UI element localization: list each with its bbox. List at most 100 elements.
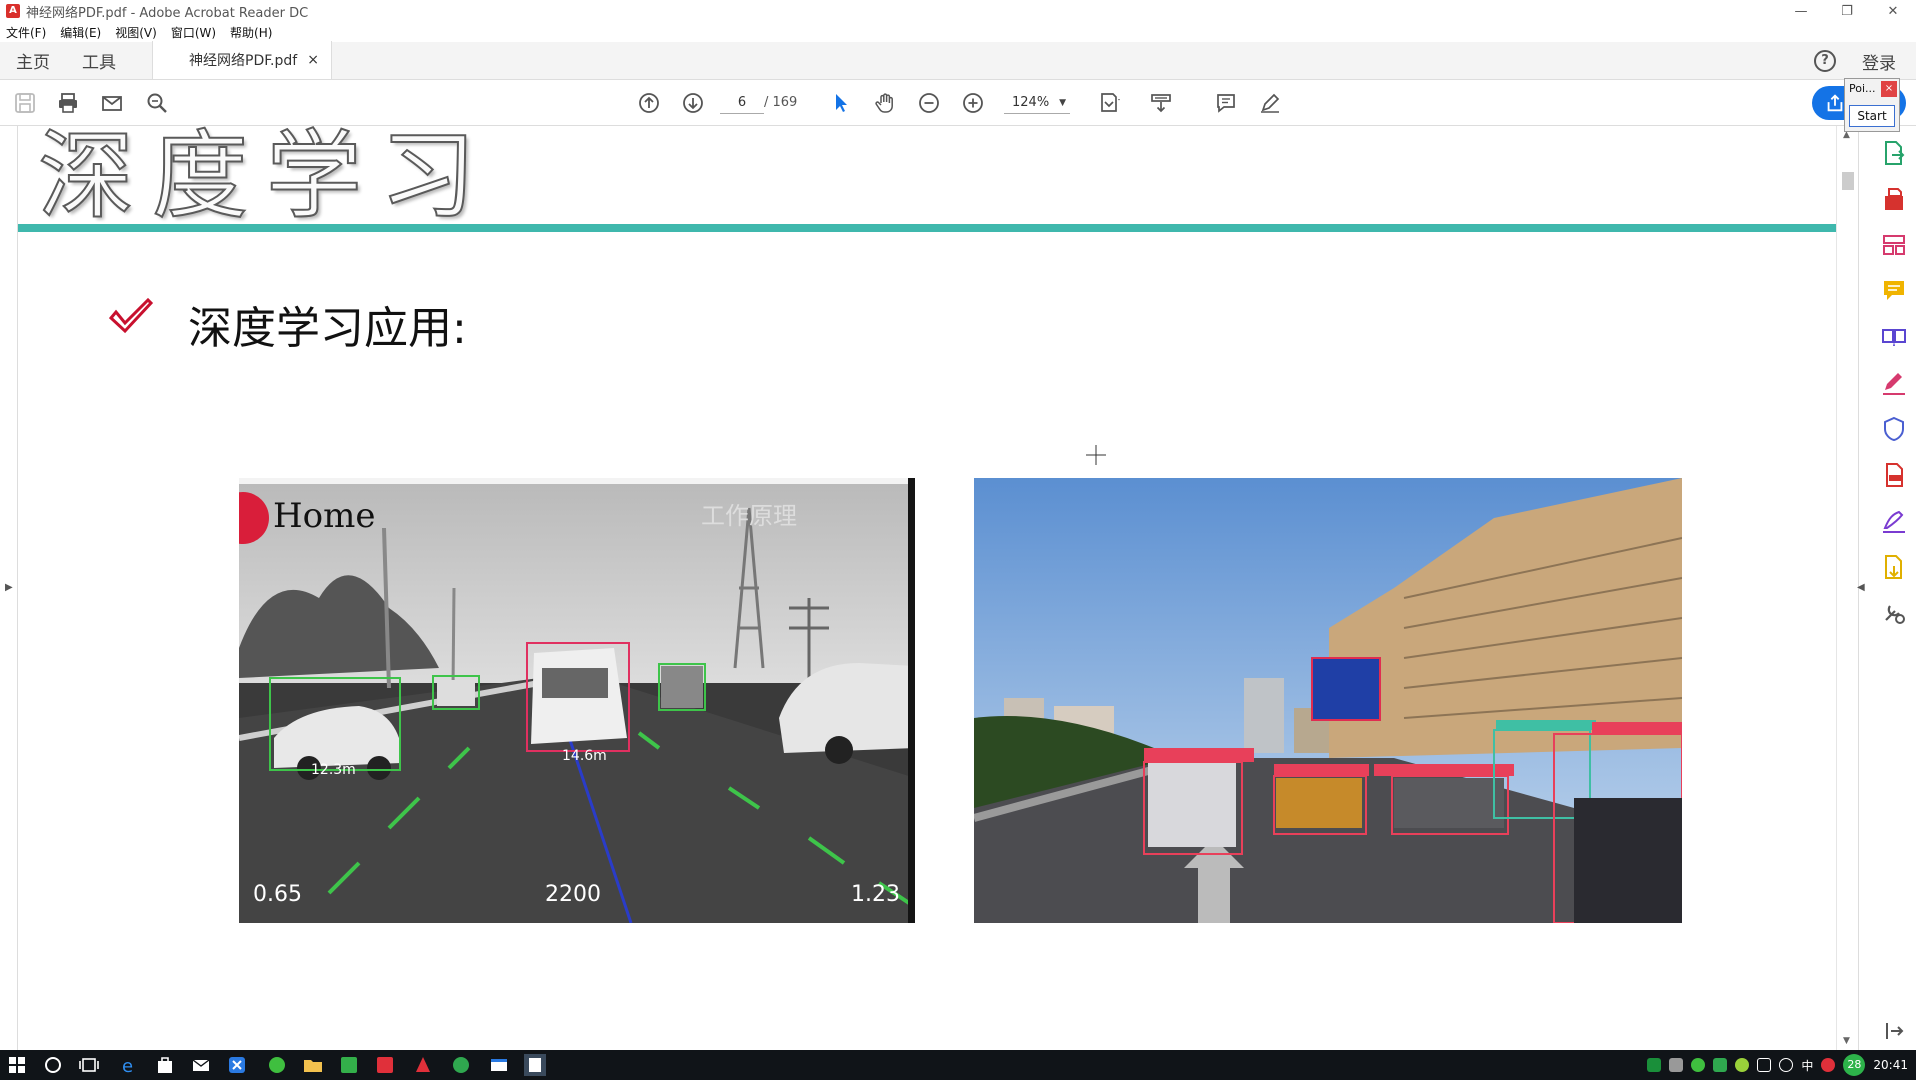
window-app-icon[interactable]	[488, 1054, 510, 1076]
windows-taskbar: e 中 28 20:41	[0, 1050, 1916, 1080]
scroll-down-icon[interactable]: ▼	[1843, 1036, 1850, 1046]
cortana-search-icon[interactable]	[42, 1054, 64, 1076]
document-viewport[interactable]: ▶ 深度学习 深度学习应用: Home 工作原理 12.3m 14.6m 0.6…	[0, 126, 1858, 1050]
slide-heading: 深度学习	[37, 126, 494, 233]
right-tools-panel: ◀	[1857, 126, 1916, 1050]
update-tray-icon[interactable]	[1735, 1058, 1750, 1072]
left-road-photo: Home 工作原理 12.3m 14.6m 0.65 2200 1.23	[239, 478, 915, 923]
tray-app-icon[interactable]	[1669, 1058, 1684, 1072]
tab-tools[interactable]: 工具	[66, 41, 132, 79]
tools-settings-icon[interactable]	[1881, 600, 1907, 626]
recycle-app-icon[interactable]	[450, 1054, 472, 1076]
tab-document-label: 神经网络PDF.pdf	[189, 53, 298, 69]
minimize-button[interactable]: —	[1778, 0, 1824, 22]
store-icon[interactable]	[154, 1054, 176, 1076]
combine-files-icon[interactable]	[1881, 324, 1907, 350]
menu-help[interactable]: 帮助(H)	[230, 24, 272, 41]
nvidia-tray-icon[interactable]	[1647, 1058, 1662, 1072]
page-number-input[interactable]: 6	[720, 92, 764, 114]
green-app-icon[interactable]	[338, 1054, 360, 1076]
right-road-photo	[974, 478, 1682, 923]
more-tools-icon[interactable]	[1881, 554, 1907, 580]
hand-icon[interactable]	[870, 88, 900, 118]
home-logo-text: Home	[273, 496, 376, 536]
print-icon[interactable]	[53, 88, 83, 118]
mail-icon[interactable]	[190, 1054, 212, 1076]
readout-left: 0.65	[253, 882, 302, 907]
page-up-icon[interactable]	[634, 88, 664, 118]
wechat-icon[interactable]	[266, 1054, 288, 1076]
menu-view[interactable]: 视图(V)	[115, 24, 157, 41]
close-tab-icon[interactable]: ×	[307, 52, 319, 68]
acrobat-window: A 神经网络PDF.pdf - Adobe Acrobat Reader DC …	[0, 0, 1916, 1080]
login-link[interactable]: 登录	[1862, 49, 1896, 74]
file-explorer-icon[interactable]	[302, 1054, 324, 1076]
zoom-out-icon[interactable]	[914, 88, 944, 118]
security-tray-icon[interactable]	[1713, 1058, 1728, 1072]
restore-button[interactable]: ❐	[1824, 0, 1870, 22]
sign-icon[interactable]	[1881, 508, 1907, 534]
comment-tool-icon[interactable]	[1881, 278, 1907, 304]
share-icon	[1827, 94, 1843, 112]
ime-indicator[interactable]: 中	[1801, 1057, 1813, 1074]
volume-tray-icon[interactable]	[1779, 1058, 1794, 1072]
zoom-in-icon[interactable]	[958, 88, 988, 118]
collapse-panel-icon[interactable]: ◀	[1857, 582, 1865, 593]
readout-center: 2200	[545, 882, 601, 907]
tab-home[interactable]: 主页	[0, 41, 66, 79]
scrollbar-thumb[interactable]	[1842, 172, 1854, 190]
clock[interactable]: 20:41	[1873, 1058, 1908, 1072]
photo-watermark: 工作原理	[701, 502, 797, 530]
readout-right: 1.23	[851, 882, 900, 907]
scroll-mode-icon[interactable]	[1146, 88, 1176, 118]
vertical-scrollbar[interactable]: ▲ ▼	[1836, 126, 1858, 1050]
save-icon[interactable]	[10, 88, 40, 118]
window-controls: — ❐ ✕	[1778, 0, 1916, 22]
system-tray: 中 28 20:41	[1647, 1050, 1916, 1080]
title-bar: A 神经网络PDF.pdf - Adobe Acrobat Reader DC …	[0, 0, 1916, 22]
edge-browser-icon[interactable]: e	[118, 1054, 140, 1076]
red-app-icon[interactable]	[374, 1054, 396, 1076]
page-down-icon[interactable]	[678, 88, 708, 118]
comment-icon[interactable]	[1211, 88, 1241, 118]
notification-badge[interactable]: 28	[1843, 1054, 1866, 1076]
svg-text:e: e	[122, 1056, 133, 1076]
fit-page-icon[interactable]	[1094, 88, 1124, 118]
chevron-down-icon: ▼	[1059, 98, 1066, 108]
help-icon[interactable]: ?	[1814, 50, 1836, 72]
start-button[interactable]: Start	[1849, 105, 1895, 127]
zoom-value: 124%	[1012, 95, 1050, 110]
expand-left-panel-icon[interactable]: ▶	[5, 582, 13, 593]
windows-start-icon[interactable]	[6, 1054, 28, 1076]
acrobat-app-icon: A	[6, 4, 20, 18]
tab-document[interactable]: 神经网络PDF.pdf ×	[152, 41, 332, 79]
crosshair-cursor-icon	[1086, 445, 1106, 465]
bullet-text: 深度学习应用:	[188, 303, 467, 354]
acrobat-taskbar-icon[interactable]	[412, 1054, 434, 1076]
fill-sign-icon[interactable]	[1881, 370, 1907, 396]
search-icon[interactable]	[142, 88, 172, 118]
network-tray-icon[interactable]	[1757, 1058, 1772, 1072]
pdf-edit-icon[interactable]	[1881, 462, 1907, 488]
close-window-button[interactable]: ✕	[1870, 0, 1916, 22]
organize-pages-icon[interactable]	[1881, 232, 1907, 258]
select-cursor-icon[interactable]	[826, 88, 856, 118]
create-pdf-icon[interactable]	[1881, 186, 1907, 212]
app-blue-icon[interactable]	[226, 1054, 248, 1076]
menu-file[interactable]: 文件(F)	[6, 24, 46, 41]
wechat-tray-icon[interactable]	[1691, 1058, 1706, 1072]
email-icon[interactable]	[97, 88, 127, 118]
task-view-icon[interactable]	[78, 1054, 100, 1076]
active-app-icon[interactable]	[524, 1054, 546, 1076]
menu-edit[interactable]: 编辑(E)	[60, 24, 101, 41]
pen-icon[interactable]	[1255, 88, 1285, 118]
tab-bar: 主页 工具 神经网络PDF.pdf × ? 登录	[0, 41, 1916, 80]
collapse-right-panel-icon[interactable]	[1883, 1020, 1905, 1042]
mini-close-button[interactable]: ×	[1881, 81, 1897, 97]
menu-window[interactable]: 窗口(W)	[171, 24, 216, 41]
car-distance-label: 12.3m	[311, 762, 356, 778]
protect-icon[interactable]	[1881, 416, 1907, 442]
sogou-tray-icon[interactable]	[1821, 1058, 1836, 1072]
zoom-select[interactable]: 124% ▼	[1004, 92, 1070, 114]
export-pdf-icon[interactable]	[1881, 140, 1907, 166]
